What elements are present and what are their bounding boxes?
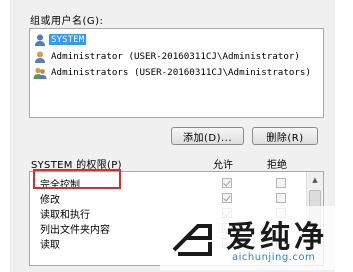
watermark-url: aichunjing.com [232, 252, 316, 263]
permission-row: 列出文件夹内容 [40, 221, 110, 236]
permission-label: 修改 [40, 194, 60, 206]
user-icon [33, 50, 47, 64]
deny-checkbox-full-control[interactable] [276, 178, 286, 188]
watermark: 爱纯净 aichunjing.com [160, 206, 350, 270]
permission-label: 列出文件夹内容 [40, 224, 110, 236]
deny-checkbox-modify[interactable] [276, 193, 286, 203]
user-item-administrator[interactable]: Administrator (USER-20160311CJ\Administr… [33, 49, 302, 64]
scroll-up-arrow-icon[interactable]: ▲ [307, 172, 323, 188]
user-icon [33, 33, 47, 47]
highlight-box [33, 169, 121, 189]
group-icon [33, 66, 47, 80]
groups-label: 组或用户名(G): [30, 16, 104, 27]
left-margin [0, 0, 10, 272]
watermark-logo-icon [168, 212, 216, 260]
permission-row: 读取和执行 [40, 206, 90, 221]
add-button[interactable]: 添加(D)... [171, 127, 244, 145]
remove-button[interactable]: 删除(R) [252, 127, 318, 145]
permission-row: 读取 [40, 236, 60, 251]
user-name: Administrator (USER-20160311CJ\Administr… [51, 51, 300, 62]
user-name: Administrators (USER-20160311CJ\Administ… [51, 67, 311, 78]
allow-checkbox-full-control[interactable] [222, 178, 232, 188]
allow-column-header: 允许 [213, 160, 233, 171]
user-name: SYSTEM [49, 34, 87, 45]
permission-label: 读取和执行 [40, 209, 90, 221]
permission-label: 读取 [40, 239, 60, 251]
watermark-text: 爱纯净 [226, 220, 328, 255]
allow-checkbox-modify[interactable] [222, 193, 232, 203]
users-list[interactable]: SYSTEM Administrator (USER-20160311CJ\Ad… [29, 28, 324, 118]
deny-column-header: 拒绝 [267, 160, 287, 171]
user-item-system[interactable]: SYSTEM [33, 32, 87, 47]
user-item-administrators[interactable]: Administrators (USER-20160311CJ\Administ… [33, 65, 313, 80]
permission-row: 修改 [40, 191, 60, 206]
